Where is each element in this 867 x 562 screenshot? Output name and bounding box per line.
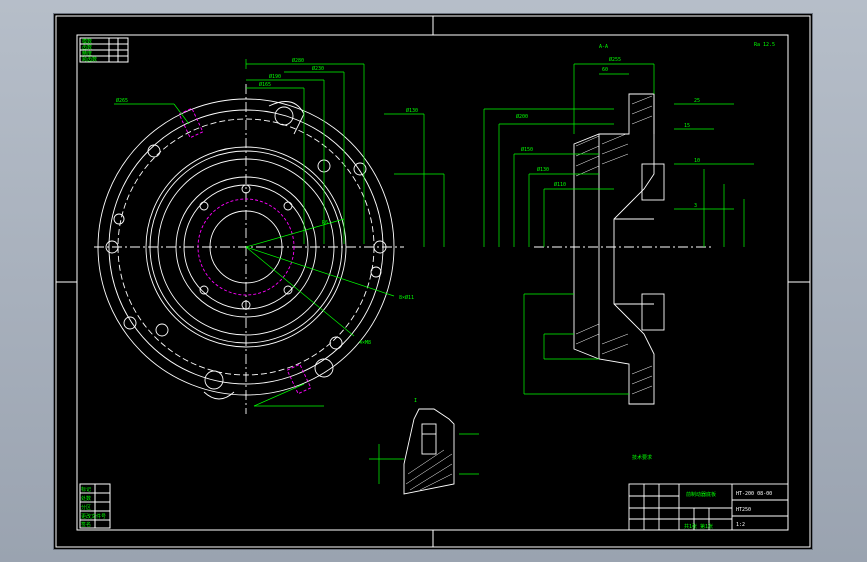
sec-dim-1: Ø255	[609, 56, 621, 63]
sec-dim-2: 60	[602, 67, 608, 73]
dim-label-3: Ø190	[269, 73, 281, 80]
dim-label-2: Ø230	[312, 65, 324, 72]
sec-dim-5: Ø130	[537, 166, 549, 173]
sec-dim-9: 10	[694, 158, 700, 164]
params-row-3: 精度	[82, 50, 92, 57]
scale: 1:2	[736, 522, 745, 528]
title-block-text: 前制动器底板 HT-200 08-00 HT250 1:2 共1张 第1张	[684, 491, 772, 530]
dim-label-8: 4×M8	[359, 340, 371, 346]
detail-view	[403, 408, 455, 495]
detail-label: I	[414, 398, 417, 404]
roughness-note: Ra 12.5	[754, 42, 775, 48]
sheet-count: 共1张 第1张	[684, 523, 713, 530]
inner-frame	[76, 34, 789, 531]
sec-dim-8: 15	[684, 123, 690, 129]
dim-label-1: Ø280	[292, 57, 304, 64]
revision-row-2: 处数	[81, 495, 91, 502]
revision-row-5: 签名	[81, 521, 91, 528]
params-row-4: 跨齿数	[82, 56, 97, 63]
revision-row-3: 分区	[81, 504, 91, 511]
sec-dim-3: Ø200	[516, 113, 528, 120]
material: HT250	[736, 507, 751, 513]
params-row-1: 模数	[82, 38, 92, 45]
section-view	[534, 93, 714, 405]
sec-dim-7: 25	[694, 98, 700, 104]
drawing-number: HT-200 08-00	[736, 491, 772, 497]
section-label: A-A	[599, 44, 608, 50]
revision-row-1: 标记	[81, 486, 91, 493]
sec-dim-10: 3	[694, 203, 697, 209]
sec-dim-6: Ø110	[554, 181, 566, 188]
drawing-sheet[interactable]: 模数 齿数 精度 跨齿数 标记 处数 分区 更改文件号 签名 Ø280 Ø230…	[54, 14, 812, 549]
dim-label-6: R6	[322, 220, 328, 226]
params-row-2: 齿数	[82, 44, 92, 51]
sec-dim-4: Ø150	[521, 146, 533, 153]
dim-label-7: 8×Ø11	[399, 294, 414, 301]
front-view	[94, 84, 404, 414]
outer-border	[55, 15, 811, 548]
dim-label-5: Ø130	[406, 107, 418, 114]
dim-label-9: Ø265	[116, 97, 128, 104]
cad-viewport[interactable]: 模数 齿数 精度 跨齿数 标记 处数 分区 更改文件号 签名 Ø280 Ø230…	[0, 0, 867, 562]
cad-drawing: 模数 齿数 精度 跨齿数 标记 处数 分区 更改文件号 签名 Ø280 Ø230…	[55, 15, 811, 548]
part-name: 前制动器底板	[686, 491, 716, 498]
note-text: 技术要求	[632, 454, 652, 461]
detail-dims	[369, 433, 479, 484]
section-dim-text: Ø255 60 Ø200 Ø150 Ø130 Ø110 25 15 10 3 A…	[516, 42, 775, 209]
dim-label-4: Ø165	[259, 81, 271, 88]
revision-table-text: 标记 处数 分区 更改文件号 签名	[81, 486, 106, 528]
revision-row-4: 更改文件号	[81, 513, 106, 520]
detail-hatch	[405, 449, 453, 491]
